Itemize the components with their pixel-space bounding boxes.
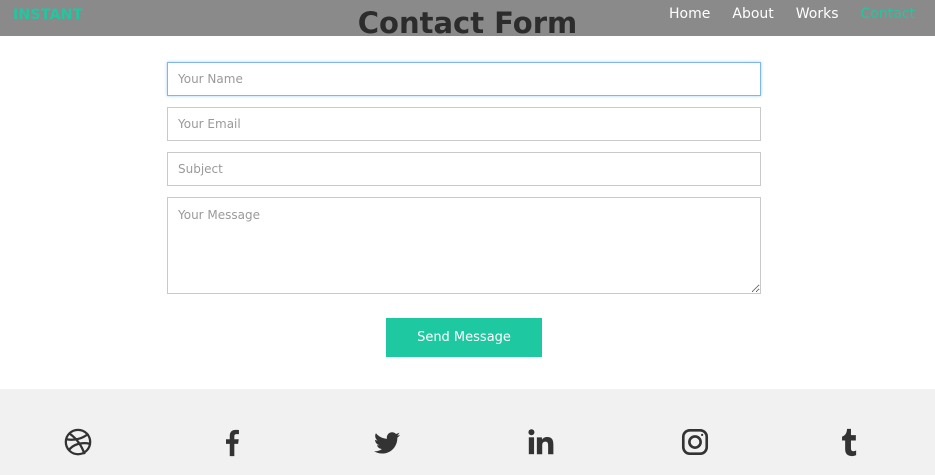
nav-links: Home About Works Contact <box>647 6 915 22</box>
facebook-icon[interactable] <box>215 425 249 459</box>
subject-input[interactable] <box>167 152 761 186</box>
name-input[interactable] <box>167 62 761 96</box>
instagram-icon[interactable] <box>678 425 712 459</box>
nav-link-home[interactable]: Home <box>669 6 710 22</box>
dribbble-icon[interactable] <box>61 425 95 459</box>
contact-form <box>167 62 761 294</box>
twitter-icon[interactable] <box>370 425 404 459</box>
navbar: INSTANT Contact Form Home About Works Co… <box>0 0 935 40</box>
send-message-button[interactable]: Send Message <box>386 318 542 357</box>
nav-link-contact[interactable]: Contact <box>861 6 915 22</box>
nav-link-about[interactable]: About <box>732 6 773 22</box>
footer <box>0 389 935 475</box>
linkedin-icon[interactable] <box>524 425 558 459</box>
nav-link-works[interactable]: Works <box>796 6 839 22</box>
email-input[interactable] <box>167 107 761 141</box>
message-textarea[interactable] <box>167 197 761 294</box>
tumblr-icon[interactable] <box>832 425 866 459</box>
